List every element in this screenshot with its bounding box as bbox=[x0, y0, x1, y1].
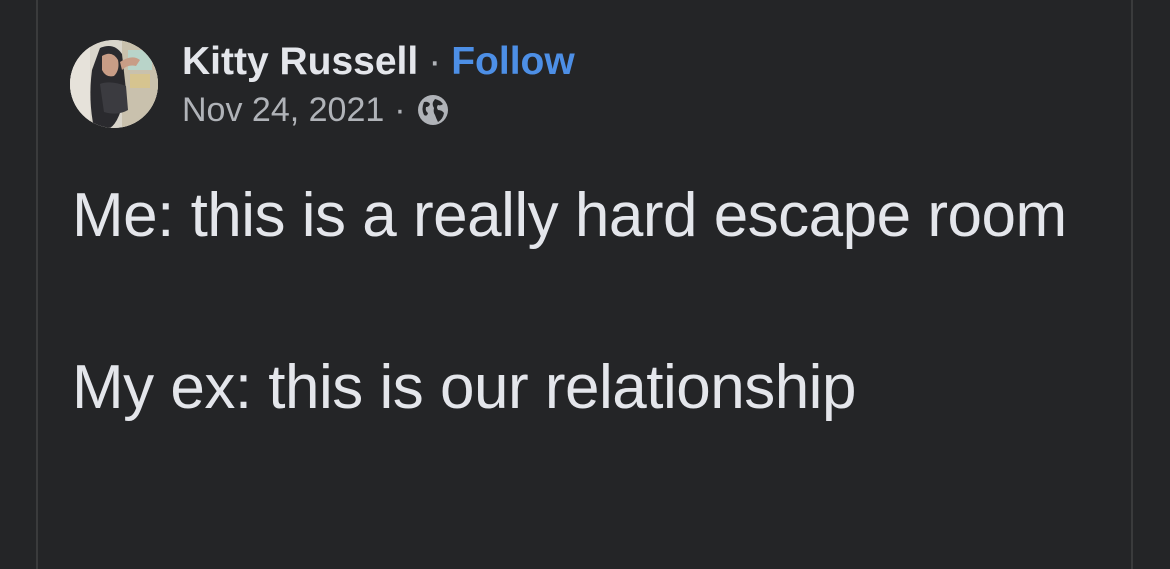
avatar[interactable] bbox=[70, 40, 158, 128]
avatar-image bbox=[70, 40, 158, 128]
post-card: Kitty Russell · Follow Nov 24, 2021 · Me… bbox=[0, 0, 1170, 569]
post-text-line: Me: this is a really hard escape room bbox=[72, 181, 1067, 250]
header-separator: · bbox=[428, 40, 442, 83]
post-text-line: My ex: this is our relationship bbox=[72, 353, 856, 422]
author-name[interactable]: Kitty Russell bbox=[182, 36, 418, 88]
post-header: Kitty Russell · Follow Nov 24, 2021 · bbox=[70, 38, 575, 130]
post-body: Me: this is a really hard escape room My… bbox=[72, 173, 1112, 431]
follow-button[interactable]: Follow bbox=[451, 36, 574, 88]
meta-separator: · bbox=[394, 91, 406, 129]
author-row: Kitty Russell · Follow bbox=[182, 36, 575, 88]
card-left-border bbox=[36, 0, 38, 569]
post-meta: Nov 24, 2021 · bbox=[182, 88, 575, 132]
globe-icon bbox=[416, 93, 450, 127]
post-date[interactable]: Nov 24, 2021 bbox=[182, 88, 384, 132]
post-header-text: Kitty Russell · Follow Nov 24, 2021 · bbox=[182, 36, 575, 132]
card-right-border bbox=[1131, 0, 1133, 569]
